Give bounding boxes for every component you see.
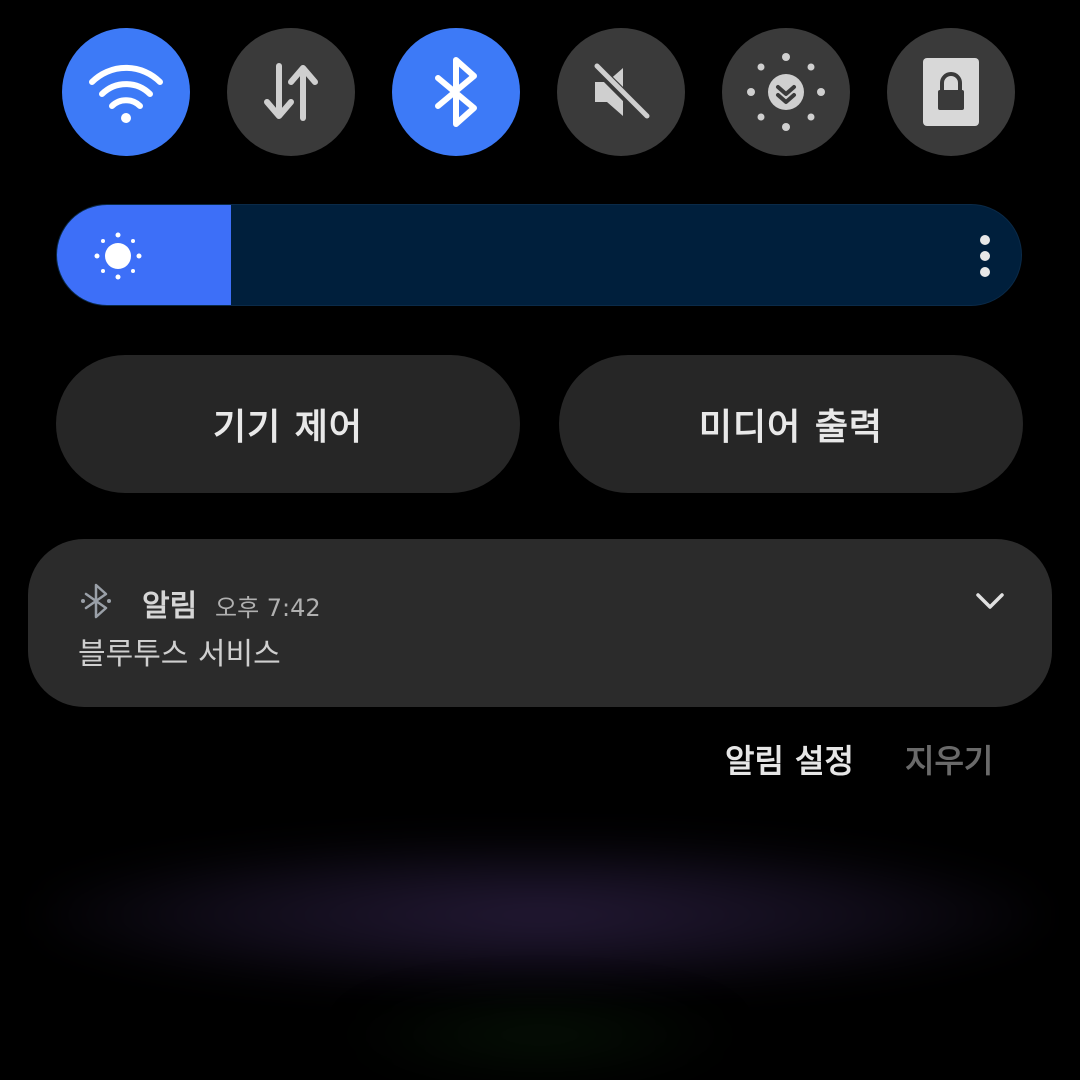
media-output-label: 미디어 출력 (698, 407, 884, 448)
eye-comfort-toggle[interactable] (722, 28, 850, 156)
media-output-button[interactable]: 미디어 출력 (559, 355, 1023, 493)
bluetooth-icon (78, 583, 114, 623)
chevron-down-icon[interactable] (974, 589, 1006, 617)
device-control-button[interactable]: 기기 제어 (56, 355, 520, 493)
wifi-icon (86, 52, 166, 132)
bluetooth-icon (416, 52, 496, 132)
mute-icon (581, 52, 661, 132)
brightness-slider[interactable] (56, 204, 1022, 306)
notification-settings-button[interactable]: 알림 설정 (725, 736, 854, 782)
clear-button[interactable]: 지우기 (905, 736, 993, 782)
sound-toggle[interactable] (557, 28, 685, 156)
notification-time: 오후 7:42 (215, 594, 321, 622)
sun-icon (93, 231, 143, 285)
eye-comfort-icon (741, 47, 831, 137)
wifi-toggle[interactable] (62, 28, 190, 156)
notification-body: 블루투스 서비스 (78, 637, 281, 672)
mobile-data-toggle[interactable] (227, 28, 355, 156)
brightness-level-fill (57, 205, 231, 305)
quick-panel: 기기 제어 미디어 출력 알림 오후 7:42 블루투스 서비스 알림 설정 지… (0, 0, 1080, 1080)
mobile-data-icon (251, 52, 331, 132)
background-blur-lower (340, 990, 740, 1080)
secure-folder-toggle[interactable] (887, 28, 1015, 156)
bluetooth-toggle[interactable] (392, 28, 520, 156)
more-vert-icon[interactable] (979, 234, 991, 282)
notification-card[interactable]: 알림 오후 7:42 블루투스 서비스 (28, 539, 1052, 707)
background-blur (40, 840, 1040, 990)
notification-app-name: 알림 (142, 589, 198, 624)
secure-folder-icon (911, 52, 991, 132)
device-control-label: 기기 제어 (212, 407, 363, 448)
